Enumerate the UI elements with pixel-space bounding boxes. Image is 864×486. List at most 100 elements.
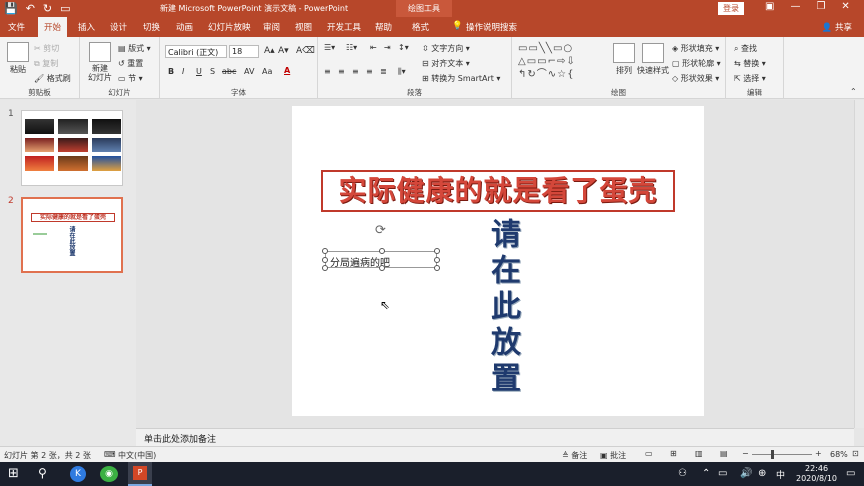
- notes-toggle[interactable]: ≜ 备注: [562, 450, 587, 461]
- slide-thumbnail-1[interactable]: [21, 110, 123, 186]
- reset-button[interactable]: ↺ 重置: [118, 58, 143, 69]
- zoom-in-button[interactable]: +: [815, 449, 822, 458]
- decrease-indent-button[interactable]: ⇤: [370, 43, 377, 52]
- find-button[interactable]: ⌕ 查找: [734, 43, 757, 54]
- clock[interactable]: 22:46 2020/8/10: [796, 464, 837, 484]
- justify-button[interactable]: ≡: [366, 67, 373, 76]
- tab-view[interactable]: 视图: [295, 21, 312, 33]
- tab-animations[interactable]: 动画: [176, 21, 193, 33]
- layout-button[interactable]: ▤ 版式 ▾: [118, 43, 151, 54]
- tell-me-search[interactable]: 操作说明搜索: [466, 21, 517, 33]
- ime-mode-icon[interactable]: ⊕: [758, 468, 766, 479]
- zoom-out-button[interactable]: −: [742, 449, 749, 458]
- current-slide[interactable]: 实际健康的就是看了蛋壳 分局遍病的吧 ⟳ 请在此放置 ⇖: [292, 106, 704, 416]
- bold-button[interactable]: B: [168, 67, 174, 76]
- shadow-button[interactable]: S: [210, 67, 215, 76]
- collapse-ribbon-icon[interactable]: ⌃: [850, 87, 857, 96]
- login-button[interactable]: 登录: [718, 2, 744, 15]
- notifications-icon[interactable]: ▭: [846, 468, 855, 479]
- text-direction-button[interactable]: ⇳ 文字方向 ▾: [422, 43, 470, 54]
- quick-styles-button[interactable]: 快速样式: [636, 43, 670, 76]
- save-icon[interactable]: 💾: [4, 2, 18, 15]
- font-color-button[interactable]: A: [284, 66, 290, 75]
- char-spacing-button[interactable]: AV: [244, 67, 254, 76]
- handle-mid-right[interactable]: [434, 257, 440, 263]
- change-case-button[interactable]: Aa: [262, 67, 272, 76]
- align-center-button[interactable]: ≡: [338, 67, 345, 76]
- grow-font-button[interactable]: A▴: [264, 46, 275, 56]
- notes-pane[interactable]: 单击此处添加备注: [136, 428, 854, 446]
- tray-chevron-icon[interactable]: ⌃: [702, 468, 710, 479]
- bullets-button[interactable]: ☰▾: [324, 43, 335, 52]
- strikethrough-button[interactable]: abc: [222, 67, 236, 76]
- spellcheck-icon[interactable]: ⌨: [104, 450, 116, 459]
- arrange-button[interactable]: 排列: [612, 43, 636, 76]
- present-icon[interactable]: ▭: [60, 2, 70, 15]
- slide-thumbnail-2[interactable]: 实际健康的就是看了蛋壳 请在此放置: [21, 197, 123, 273]
- ribbon-display-icon[interactable]: ▣: [765, 1, 774, 12]
- numbering-button[interactable]: ☷▾: [346, 43, 357, 52]
- restore-icon[interactable]: ❐: [816, 1, 825, 12]
- people-icon[interactable]: ⚇: [678, 468, 687, 479]
- app-k-icon[interactable]: K: [70, 466, 86, 482]
- language-indicator[interactable]: 中文(中国): [118, 450, 156, 461]
- slide-title[interactable]: 实际健康的就是看了蛋壳: [321, 170, 675, 212]
- tab-file[interactable]: 文件: [8, 21, 25, 33]
- line-spacing-button[interactable]: ↕▾: [398, 43, 409, 52]
- normal-view-icon[interactable]: ▭: [645, 449, 653, 458]
- share-button[interactable]: 👤 共享: [822, 21, 852, 33]
- cut-button[interactable]: ✂ 剪切: [34, 43, 59, 54]
- zoom-slider-thumb[interactable]: [771, 450, 774, 459]
- minimize-icon[interactable]: —: [790, 1, 800, 12]
- powerpoint-taskbar-button[interactable]: P: [128, 462, 152, 486]
- network-icon[interactable]: ▭: [718, 468, 727, 479]
- handle-top-center[interactable]: [379, 248, 385, 254]
- tab-help[interactable]: 帮助: [375, 21, 392, 33]
- font-name-select[interactable]: Calibri (正文): [165, 45, 227, 58]
- wechat-icon[interactable]: ◉: [100, 466, 118, 482]
- handle-top-left[interactable]: [322, 248, 328, 254]
- zoom-level[interactable]: 68%: [830, 450, 848, 459]
- close-icon[interactable]: ✕: [841, 1, 849, 12]
- vertical-scrollbar[interactable]: [854, 100, 864, 428]
- fit-slide-icon[interactable]: ⊡: [852, 449, 859, 458]
- volume-icon[interactable]: 🔊: [740, 468, 752, 479]
- align-right-button[interactable]: ≡: [352, 67, 359, 76]
- windows-start-icon[interactable]: ⊞: [8, 466, 19, 481]
- shape-fill-button[interactable]: ◈ 形状填充 ▾: [672, 43, 719, 54]
- zoom-slider[interactable]: [752, 454, 812, 455]
- increase-indent-button[interactable]: ⇥: [384, 43, 391, 52]
- tab-home[interactable]: 开始: [38, 17, 68, 37]
- copy-button[interactable]: ⧉ 复制: [34, 58, 58, 69]
- paste-button[interactable]: 粘贴: [6, 42, 30, 75]
- new-slide-button[interactable]: 新建 幻灯片: [84, 42, 116, 82]
- vertical-text[interactable]: 请在此放置: [480, 218, 524, 398]
- tab-transitions[interactable]: 切换: [143, 21, 160, 33]
- tab-insert[interactable]: 插入: [78, 21, 95, 33]
- tab-slideshow[interactable]: 幻灯片放映: [208, 21, 251, 33]
- tab-developer[interactable]: 开发工具: [327, 21, 361, 33]
- slideshow-view-icon[interactable]: ▤: [720, 449, 728, 458]
- tab-format[interactable]: 格式: [412, 21, 429, 33]
- clear-format-button[interactable]: A⌫: [296, 46, 315, 56]
- tab-review[interactable]: 审阅: [263, 21, 280, 33]
- replace-button[interactable]: ⇆ 替换 ▾: [734, 58, 766, 69]
- handle-mid-left[interactable]: [322, 257, 328, 263]
- align-left-button[interactable]: ≡: [324, 67, 331, 76]
- handle-bottom-center[interactable]: [379, 265, 385, 271]
- font-size-select[interactable]: 18: [229, 45, 259, 58]
- section-button[interactable]: ▭ 节 ▾: [118, 73, 143, 84]
- textbox-selection[interactable]: 分局遍病的吧: [322, 248, 440, 271]
- format-painter-button[interactable]: 🖌 格式刷: [34, 73, 71, 84]
- ime-indicator[interactable]: 中: [776, 468, 785, 481]
- italic-button[interactable]: I: [182, 67, 184, 76]
- shapes-gallery[interactable]: ▭▭╲╲▭○ △▭▭⌐⇨⇩ ↰↻⌒∿☆{: [518, 42, 610, 82]
- undo-icon[interactable]: ↶: [26, 2, 35, 15]
- handle-bottom-left[interactable]: [322, 265, 328, 271]
- redo-icon[interactable]: ↻: [43, 2, 52, 15]
- shape-outline-button[interactable]: ▢ 形状轮廓 ▾: [672, 58, 721, 69]
- tab-design[interactable]: 设计: [110, 21, 127, 33]
- underline-button[interactable]: U: [196, 67, 202, 76]
- handle-bottom-right[interactable]: [434, 265, 440, 271]
- shrink-font-button[interactable]: A▾: [278, 46, 289, 56]
